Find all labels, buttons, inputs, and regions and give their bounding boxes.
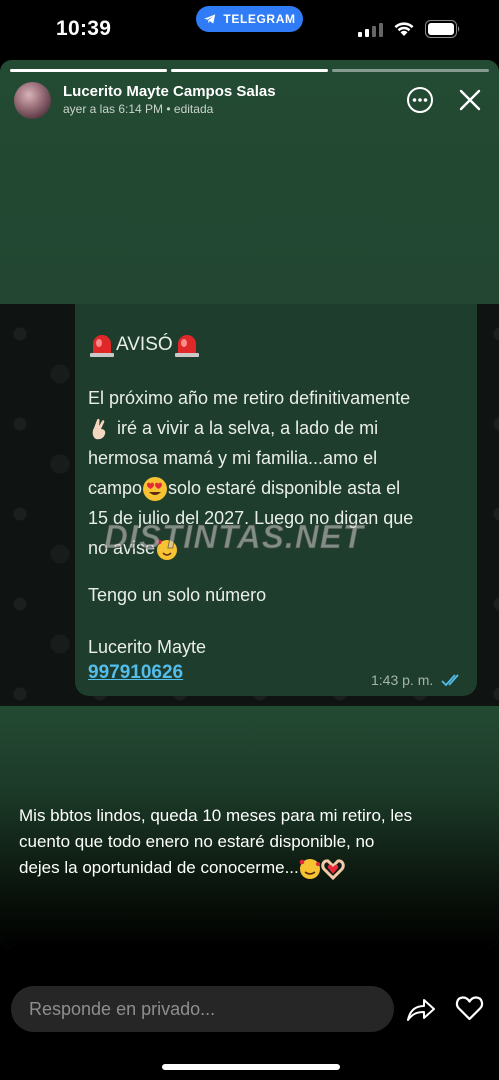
more-options-icon[interactable]: [406, 86, 434, 114]
reply-input[interactable]: Responde en privado...: [11, 986, 394, 1032]
caption-line: dejes la oportunidad de conocerme...: [19, 855, 489, 881]
battery-icon: [425, 20, 460, 38]
chat-screenshot: AVISÓ El próximo año me retiro definitiv…: [0, 304, 499, 706]
smiling-face-with-hearts-emoji-icon: [299, 858, 320, 879]
message-time: 1:43 p. m.: [371, 672, 434, 688]
close-icon[interactable]: [458, 88, 482, 112]
siren-emoji-icon: [90, 334, 114, 357]
message-line: iré a vivir a la selva, a lado de mi: [88, 413, 413, 443]
message-line: El próximo año me retiro definitivamente: [88, 388, 411, 408]
cellular-signal-icon: [358, 23, 383, 37]
watermark: DISTINTAS.NET: [104, 518, 364, 556]
caption-line: Mis bbtos lindos, queda 10 meses para mi…: [19, 806, 413, 825]
wifi-icon: [394, 22, 414, 36]
message-bubble: AVISÓ El próximo año me retiro definitiv…: [75, 304, 477, 696]
status-bar: 10:39 TELEGRAM: [0, 0, 499, 60]
story-author[interactable]: Lucerito Mayte Campos Salas: [63, 83, 276, 100]
story-meta: ayer a las 6:14 PM • editada: [63, 102, 214, 116]
avatar[interactable]: [14, 82, 51, 119]
share-icon[interactable]: [406, 995, 436, 1023]
story-progress-segment: [332, 69, 489, 72]
telegram-plane-icon: [204, 14, 216, 24]
telegram-return-pill[interactable]: TELEGRAM: [196, 6, 303, 32]
message-line: hermosa mamá y mi familia...amo el: [88, 448, 378, 468]
heart-hands-emoji-icon: [321, 858, 345, 880]
siren-emoji-icon: [174, 334, 199, 357]
message-number-line: Tengo un solo número: [88, 585, 267, 605]
message-line: campo solo estaré disponible asta el: [88, 473, 413, 503]
caption-line: cuento que todo enero no estaré disponib…: [19, 832, 375, 851]
story-card[interactable]: Lucerito Mayte Campos Salas ayer a las 6…: [0, 60, 499, 948]
screen: 10:39 TELEGRAM Lucerito Mayte Campos Sal…: [0, 0, 499, 1080]
phone-link[interactable]: 997910626: [88, 662, 183, 684]
story-caption: Mis bbtos lindos, queda 10 meses para mi…: [19, 803, 489, 881]
story-progress-segment: [10, 69, 167, 72]
heart-eyes-emoji-icon: [143, 477, 168, 502]
message-heading-line: AVISÓ: [88, 330, 201, 360]
story-progress-segment: [171, 69, 328, 72]
pill-label: TELEGRAM: [223, 12, 296, 26]
message-heading: AVISÓ: [116, 334, 173, 355]
status-time: 10:39: [56, 17, 112, 40]
double-check-read-icon: [441, 674, 459, 687]
heart-icon[interactable]: [455, 994, 484, 1022]
crossed-fingers-emoji-icon: [92, 419, 106, 440]
home-indicator[interactable]: [162, 1064, 340, 1070]
message-signature: Lucerito Mayte: [88, 637, 207, 657]
